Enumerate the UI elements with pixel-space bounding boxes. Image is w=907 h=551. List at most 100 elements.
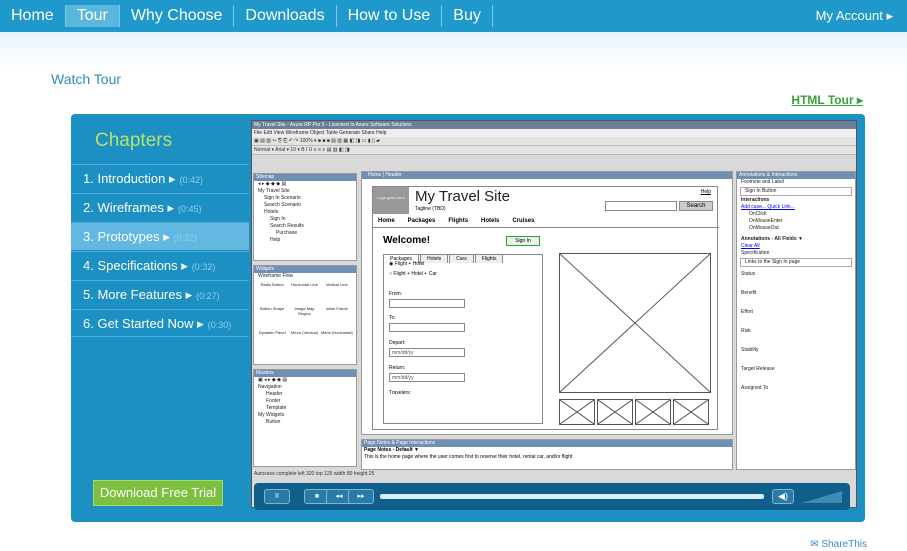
sitemap-item[interactable]: Sign In Scenario	[254, 195, 356, 202]
widget-item[interactable]: Inline Frame	[321, 306, 353, 330]
site-nav-item[interactable]: Hotels	[481, 218, 499, 224]
canvas-tabs[interactable]: Home | Header	[362, 172, 732, 179]
chapter-time: (0:30)	[207, 320, 232, 330]
nav-downloads[interactable]: Downloads	[234, 5, 337, 27]
chapter-more-features[interactable]: 5. More Features ▸ (0:27)	[71, 280, 249, 308]
radio-flight-hotel[interactable]: ◉ Flight + Hotel	[389, 261, 424, 267]
sign-in-button[interactable]: Sign In	[506, 236, 540, 246]
chapter-prototypes[interactable]: 3. Prototypes ▸ (0:32)	[71, 222, 249, 250]
nav-why-choose[interactable]: Why Choose	[120, 5, 235, 27]
widget-item[interactable]: Horizontal Line	[288, 282, 320, 306]
nav-tour[interactable]: Tour	[65, 5, 120, 27]
depart-input[interactable]: mm/dd/yy	[389, 348, 465, 357]
chapter-wireframes[interactable]: 2. Wireframes ▸ (0:45)	[71, 193, 249, 221]
sitemap-item[interactable]: Search Results	[254, 223, 356, 230]
site-nav-item[interactable]: Flights	[448, 218, 468, 224]
thumbnail-placeholder	[673, 399, 709, 425]
return-input[interactable]: mm/dd/yy	[389, 373, 465, 382]
annotations-pane: Annotations & Interactions Footnote and …	[736, 171, 856, 470]
app-toolbar: ▣ ▤ ▥ ✂ ⎘ ⎗ ↶ ↷ 100% ▾ ■ ■ ■ ▤ ▥ ▦ ◧ ◨ ▭…	[252, 137, 856, 146]
my-account-link[interactable]: My Account ▸	[816, 8, 893, 24]
page-notes-text[interactable]: This is the home page where the user com…	[362, 454, 732, 461]
nav-home[interactable]: Home	[0, 5, 66, 27]
master-item[interactable]: Button	[254, 419, 356, 426]
site-search-input[interactable]	[605, 201, 677, 211]
to-label: To:	[389, 315, 396, 321]
radio-label: Flight + Hotel	[394, 261, 425, 267]
sitemap-item[interactable]: Search Scenario	[254, 202, 356, 209]
volume-icon[interactable]: ◀)	[772, 489, 794, 504]
html-tour-link[interactable]: HTML Tour ▸	[791, 93, 863, 107]
masters-toolbar: ▣ ◂ ▸ ◆ ◆ ▤	[258, 377, 288, 383]
sitemap-item[interactable]: Hotels	[254, 209, 356, 216]
radio-flight-hotel-car[interactable]: ○ Flight + Hotel + Car	[389, 271, 437, 277]
chapter-time: (0:32)	[173, 233, 198, 243]
master-item[interactable]: Footer	[254, 398, 356, 405]
site-nav-item[interactable]: Home	[378, 218, 395, 224]
widget-item[interactable]: Menu (Horizontal)	[321, 330, 353, 354]
widget-label-field[interactable]: Sign In Button	[740, 187, 852, 196]
share-this-link[interactable]: ✉ ShareThis	[810, 539, 867, 550]
widgets-tabs[interactable]: Wireframe Flow	[254, 273, 356, 280]
master-item[interactable]: Header	[254, 391, 356, 398]
sitemap-item[interactable]: Purchase	[254, 230, 356, 237]
widget-item[interactable]: Radio Button	[256, 282, 288, 306]
chapter-time: (0:32)	[191, 262, 216, 272]
help-link[interactable]: Help	[701, 189, 711, 195]
video-screenshot: My Travel Site - Axure RP Pro 5 - Licens…	[251, 120, 857, 508]
radio-label: Flight + Hotel + Car	[393, 271, 437, 277]
master-item[interactable]: Template	[254, 405, 356, 412]
master-item[interactable]: My Widgets	[254, 412, 356, 419]
spec-field[interactable]: Links to the Sign In page	[740, 258, 852, 267]
widget-item[interactable]: Vertical Line	[321, 282, 353, 306]
chapter-introduction[interactable]: 1. Introduction ▸ (0:42)	[71, 164, 249, 192]
sitemap-item[interactable]: Help	[254, 237, 356, 244]
chapter-label: 4. Specifications ▸	[83, 258, 188, 273]
site-search-button[interactable]: Search	[679, 201, 713, 211]
site-nav-item[interactable]: Packages	[408, 218, 436, 224]
page-title: Watch Tour	[51, 71, 122, 87]
from-input[interactable]	[389, 299, 465, 308]
clear-all-link[interactable]: Clear All	[737, 243, 855, 250]
widget-item[interactable]: Menu (Vertical)	[288, 330, 320, 354]
field-label: Effort	[741, 309, 753, 315]
download-free-trial-button[interactable]: Download Free Trial	[93, 480, 223, 506]
volume-slider[interactable]	[802, 491, 842, 503]
to-input[interactable]	[389, 323, 465, 332]
annotation-fields-selector[interactable]: Annotations - All Fields ▼	[737, 236, 855, 243]
seek-bar[interactable]	[380, 494, 764, 499]
chapter-get-started[interactable]: 6. Get Started Now ▸ (0:30)	[71, 309, 249, 337]
widget-item[interactable]: Dynamic Panel	[256, 330, 288, 354]
site-nav-item[interactable]: Cruises	[512, 218, 534, 224]
event-item[interactable]: OnClick	[737, 211, 855, 218]
annotations-header: Annotations & Interactions	[737, 172, 855, 179]
app-statusbar: Autosave complete left 320 top 125 width…	[254, 471, 375, 477]
event-item[interactable]: OnMouseEnter	[737, 218, 855, 225]
logo-placeholder: Logo goes here	[373, 187, 409, 214]
field-label: Assigned To	[741, 385, 769, 391]
add-case-link[interactable]: Add case... Quick Link...	[737, 204, 855, 211]
travelers-label: Travelers:	[389, 390, 412, 396]
video-controls: II ■ ◂◂ ▸▸ ◀)	[254, 483, 850, 510]
pause-button[interactable]: II	[264, 489, 290, 504]
chapter-label: 2. Wireframes ▸	[83, 200, 175, 215]
nav-buy[interactable]: Buy	[442, 5, 493, 27]
nav-how-to-use[interactable]: How to Use	[337, 5, 443, 27]
master-item[interactable]: Navigation	[254, 384, 356, 391]
booking-form	[383, 254, 543, 424]
sitemap-item[interactable]: Sign In	[254, 216, 356, 223]
sitemap-item[interactable]: My Travel Site	[254, 188, 356, 195]
page-notes-selector[interactable]: Page Notes - Default ▼	[362, 447, 732, 454]
widget-item[interactable]: Button Shape	[256, 306, 288, 330]
field-label: Risk	[741, 328, 751, 334]
field-label: Target Release	[741, 366, 775, 372]
chapter-specifications[interactable]: 4. Specifications ▸ (0:32)	[71, 251, 249, 279]
chapter-label: 6. Get Started Now ▸	[83, 316, 204, 331]
chapter-label: 1. Introduction ▸	[83, 171, 176, 186]
forward-button[interactable]: ▸▸	[348, 489, 374, 504]
image-placeholder	[559, 253, 711, 393]
widget-item[interactable]: Image Map Region	[288, 306, 320, 330]
wireframe-page: Logo goes here My Travel Site Tagline (T…	[372, 186, 719, 430]
app-format-toolbar: Normal ▾ Arial ▾ 10 ▾ B I U ≡ ≡ ≡ ▤ ▥ ◧ …	[252, 146, 856, 155]
event-item[interactable]: OnMouseOut	[737, 225, 855, 232]
